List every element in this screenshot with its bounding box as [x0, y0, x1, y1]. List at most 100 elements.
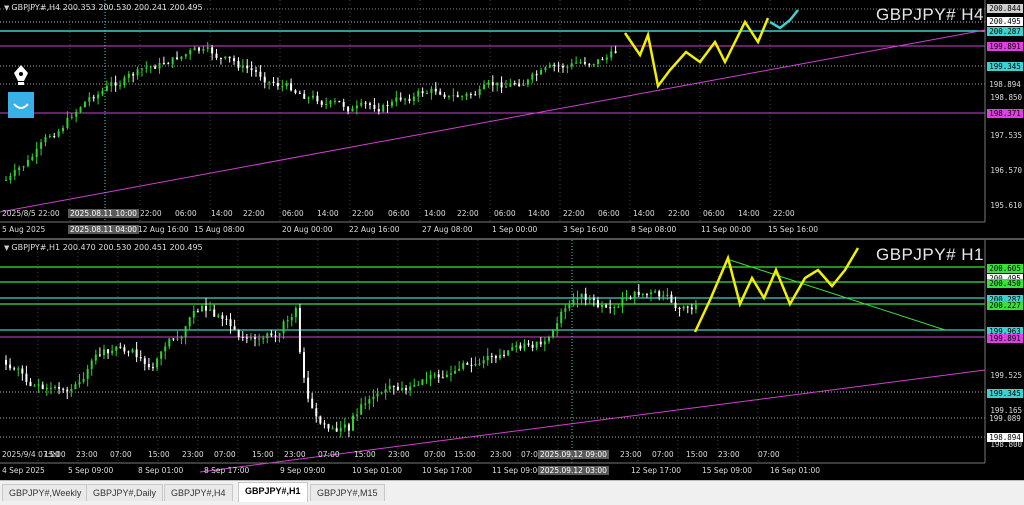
h4-chart-canvas[interactable]: [0, 0, 1024, 238]
candle-body: [274, 335, 277, 337]
candle-body: [189, 50, 192, 55]
candle-body: [483, 84, 486, 90]
candle-body: [466, 363, 469, 365]
price-tag: 200.450: [987, 279, 1023, 288]
candle-body: [29, 381, 32, 387]
candle-body: [285, 83, 288, 87]
candle-body: [519, 345, 522, 349]
time-axis-label: 27 Aug 08:00: [422, 225, 473, 234]
candle-body: [388, 385, 391, 390]
candle-body: [270, 333, 273, 336]
candle-body: [111, 350, 114, 354]
h1-chart-pane[interactable]: ▼ GBPJPY#,H1 200.470 200.530 200.451 200.…: [0, 240, 1024, 479]
candle-body: [78, 381, 81, 385]
price-tag: 199.345: [987, 389, 1023, 398]
candle-body: [572, 299, 575, 305]
candle-body: [543, 341, 546, 345]
candle-body: [74, 384, 77, 390]
h1-symbol-title: GBPJPY# H1: [876, 245, 984, 264]
candle-body: [213, 309, 216, 317]
candle-body: [507, 350, 510, 356]
candle-body: [487, 82, 490, 85]
candle-body: [658, 291, 661, 297]
candle-body: [168, 338, 171, 347]
h1-chart-canvas[interactable]: [0, 240, 1024, 479]
candle-body: [633, 291, 636, 299]
candle-body: [575, 62, 578, 64]
h4-chart-pane[interactable]: ▼ GBPJPY#,H4 200.353 200.530 200.241 200.…: [0, 0, 1024, 238]
candle-body: [331, 428, 334, 430]
candle-body: [478, 363, 481, 365]
time-grid-label: 22:00: [563, 209, 585, 218]
price-tag: 199.345: [987, 62, 1023, 71]
candle-body: [360, 404, 363, 415]
time-grid-label: 14:00: [528, 209, 550, 218]
h4-symbol-title: GBPJPY# H4: [876, 5, 984, 24]
candle-body: [645, 294, 648, 296]
candle-body: [188, 317, 191, 327]
tab-m15[interactable]: GBPJPY#,M15: [310, 484, 385, 501]
time-grid-label: 22:00: [457, 209, 479, 218]
candle-body: [307, 377, 310, 399]
collapse-triangle-icon[interactable]: ▼: [4, 4, 9, 12]
candle-body: [311, 398, 314, 409]
candle-body: [136, 69, 139, 76]
candle-body: [211, 47, 214, 54]
time-grid-label: 2025/8/5 22:00: [2, 209, 60, 218]
candle-body: [400, 388, 403, 391]
candle-body: [162, 62, 165, 64]
trend-line: [0, 29, 986, 213]
pen-nib-icon[interactable]: [8, 62, 34, 88]
price-axis-label: 196.570: [990, 166, 1022, 175]
collapse-triangle-icon[interactable]: ▼: [4, 244, 9, 252]
time-grid-label: 06:00: [598, 209, 620, 218]
candle-body: [229, 319, 232, 327]
candle-body: [40, 142, 43, 149]
candle-body: [209, 309, 212, 311]
candle-body: [373, 104, 376, 109]
candle-body: [160, 351, 163, 359]
candle-body: [347, 424, 350, 431]
tab-h1[interactable]: GBPJPY#,H1: [238, 482, 308, 502]
candle-body: [205, 306, 208, 311]
time-grid-label: 15:00: [252, 450, 274, 459]
smile-icon[interactable]: [8, 92, 34, 118]
candle-body: [44, 136, 47, 143]
candle-body: [500, 82, 503, 88]
time-grid-label: 15:00: [354, 450, 376, 459]
tab-h4[interactable]: GBPJPY#,H4: [164, 484, 233, 501]
candle-body: [372, 396, 375, 400]
candle-body: [413, 384, 416, 387]
price-tag: 200.227: [987, 301, 1023, 310]
price-axis-label: 198.850: [990, 93, 1022, 102]
candle-body: [382, 105, 385, 112]
time-grid-label: 2025.08.11 10:00: [68, 209, 139, 218]
candle-body: [694, 304, 697, 310]
time-axis-label: 12 Aug 16:00: [138, 225, 189, 234]
candle-body: [351, 108, 354, 112]
time-axis-label: 10 Sep 01:00: [352, 466, 403, 475]
price-axis-label: 199.525: [990, 371, 1022, 380]
candle-body: [98, 354, 101, 356]
candle-body: [9, 175, 12, 180]
candle-body: [523, 343, 526, 349]
candle-body: [369, 103, 372, 105]
candle-body: [433, 374, 436, 376]
candle-body: [139, 357, 142, 359]
candle-body: [674, 302, 677, 309]
time-axis-label: 3 Sep 16:00: [563, 225, 609, 234]
tab-daily[interactable]: GBPJPY#,Daily: [86, 484, 164, 501]
tab-weekly[interactable]: GBPJPY#,Weekly: [2, 484, 89, 501]
candle-body: [462, 363, 465, 369]
time-grid-label: 23:00: [388, 450, 410, 459]
candle-body: [380, 392, 383, 394]
candle-body: [263, 76, 266, 83]
price-tag: 198.371: [987, 109, 1023, 118]
candle-body: [498, 354, 501, 359]
candle-body: [320, 101, 323, 105]
candle-body: [445, 374, 448, 378]
time-grid-label: 23:00: [620, 450, 642, 459]
candle-body: [13, 368, 16, 370]
time-grid-label: 23:00: [718, 450, 740, 459]
time-grid-label: 23:00: [284, 450, 306, 459]
